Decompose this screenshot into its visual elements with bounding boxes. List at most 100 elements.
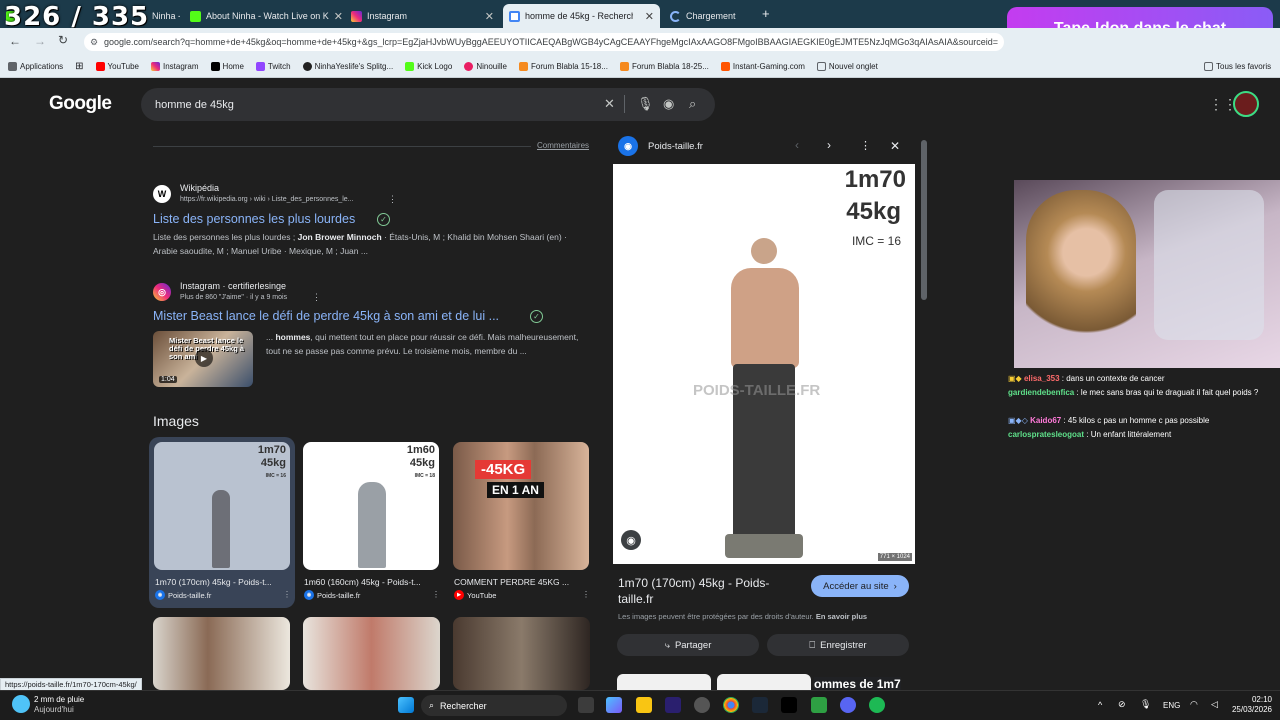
result-url[interactable]: Plus de 860 "J'aime" · il y a 9 mois: [180, 294, 287, 301]
search-icon[interactable]: ⌕: [689, 96, 696, 112]
app-icon[interactable]: [811, 697, 827, 713]
weather-widget[interactable]: 2 mm de pluie Aujourd'hui: [34, 695, 84, 715]
tab-close-icon[interactable]: ✕: [485, 10, 494, 23]
tab-close-icon[interactable]: ✕: [645, 10, 654, 23]
image-thumb[interactable]: [153, 617, 290, 690]
search-input[interactable]: homme de 45kg: [155, 99, 234, 111]
chrome-icon[interactable]: [723, 697, 739, 713]
bookmark-new-tab[interactable]: Nouvel onglet: [816, 62, 878, 71]
badge-icon: ▣◆: [1008, 374, 1022, 383]
site-info-icon[interactable]: ⚙: [90, 37, 98, 48]
preview-image[interactable]: 1m70 45kg IMC = 16 POIDS-TAILLE.FR ◉ 771…: [613, 164, 915, 564]
result-title[interactable]: Liste des personnes les plus lourdes: [153, 212, 355, 226]
bookmark-forum-18-25[interactable]: Forum Blabla 18-25...: [619, 62, 709, 71]
save-button[interactable]: ⎕ Enregistrer: [767, 634, 909, 656]
tiktok-icon[interactable]: [781, 697, 797, 713]
image-thumb[interactable]: [303, 617, 440, 690]
video-thumbnail[interactable]: Mister Beast lance le défi de perdre 45k…: [153, 331, 253, 387]
ninouille-icon: [464, 62, 474, 71]
tab-about-ninha[interactable]: About Ninha - Watch Live on K ✕: [184, 4, 344, 28]
clock[interactable]: 02:10 25/03/2026: [1224, 695, 1272, 715]
next-icon[interactable]: ›: [827, 138, 831, 152]
network-off-icon[interactable]: ⊘: [1118, 699, 1126, 710]
new-tab-button[interactable]: +: [762, 6, 770, 21]
explorer-icon[interactable]: [636, 697, 652, 713]
more-options-icon[interactable]: ⋮: [432, 590, 440, 599]
language-indicator[interactable]: ENG: [1163, 701, 1180, 710]
more-options-icon[interactable]: ⋮: [312, 292, 321, 303]
mic-icon[interactable]: 🎙: [1140, 699, 1151, 710]
avatar[interactable]: [1233, 91, 1259, 117]
address-bar[interactable]: google.com/search?q=homme+de+45kg&oq=hom…: [84, 33, 1004, 51]
result-url[interactable]: https://fr.wikipedia.org › wiki › Liste_…: [180, 196, 354, 203]
clear-search-icon[interactable]: ✕: [604, 96, 615, 112]
bookmark-splitgate[interactable]: NinhaYeslife's Splitg...: [302, 62, 393, 71]
panel-source[interactable]: Poids-taille.fr: [648, 141, 703, 152]
more-options-icon[interactable]: ⋮: [860, 139, 871, 152]
image-caption[interactable]: 1m60 (160cm) 45kg - Poids-t...: [304, 577, 421, 587]
copilot-icon[interactable]: [606, 697, 622, 713]
forward-icon[interactable]: →: [34, 34, 46, 48]
wifi-icon[interactable]: ◠: [1190, 699, 1198, 710]
taskbar-search[interactable]: ⌕ Rechercher: [421, 695, 567, 716]
tab-loading[interactable]: Chargement: [664, 4, 760, 28]
search-box[interactable]: homme de 45kg: [141, 88, 715, 121]
visit-site-button[interactable]: Accéder au site ›: [811, 575, 909, 597]
mic-icon[interactable]: 🎙: [637, 96, 654, 112]
spotify-icon[interactable]: [869, 697, 885, 713]
windows-start-icon[interactable]: [398, 697, 414, 713]
bookmark-grid[interactable]: ⊞: [75, 61, 83, 72]
image-thumb[interactable]: 1m70 45kg IMC = 16: [154, 442, 290, 570]
comments-link[interactable]: Commentaires: [537, 141, 589, 150]
image-thumb[interactable]: -45KG EN 1 AN: [453, 442, 589, 570]
task-view-icon[interactable]: [578, 697, 594, 713]
lens-icon[interactable]: ◉: [663, 96, 674, 112]
image-caption[interactable]: COMMENT PERDRE 45KG ...: [454, 577, 569, 587]
bookmark-kick[interactable]: Kick Logo: [405, 62, 452, 71]
google-logo[interactable]: Google: [49, 93, 112, 115]
volume-icon[interactable]: ◁: [1211, 699, 1218, 710]
back-icon[interactable]: ←: [9, 34, 21, 48]
bookmark-twitch[interactable]: Twitch: [255, 62, 291, 71]
more-options-icon[interactable]: ⋮: [283, 590, 291, 599]
image-thumb[interactable]: [453, 617, 590, 690]
steam-icon[interactable]: [752, 697, 768, 713]
discord-icon[interactable]: [840, 697, 856, 713]
bookmark-applications[interactable]: Applications: [8, 62, 63, 71]
image-caption[interactable]: 1m70 (170cm) 45kg - Poids-t...: [155, 577, 272, 587]
reload-icon[interactable]: ↻: [58, 33, 68, 47]
premiere-icon[interactable]: [665, 697, 681, 713]
weather-icon[interactable]: [12, 695, 30, 713]
more-options-icon[interactable]: ⋮: [388, 194, 397, 205]
prev-icon[interactable]: ‹: [795, 138, 799, 152]
bookmark-youtube[interactable]: YouTube: [95, 62, 139, 71]
bookmark-ninouille[interactable]: Ninouille: [464, 62, 507, 71]
related-image[interactable]: [717, 674, 811, 690]
tab-google-search[interactable]: homme de 45kg - Recherche G✕: [503, 4, 660, 28]
webcam-feed: [1014, 180, 1280, 368]
bookmark-forum-15-18[interactable]: Forum Blabla 15-18...: [519, 62, 608, 71]
close-icon[interactable]: ✕: [890, 139, 900, 153]
lens-icon[interactable]: ◉: [621, 530, 641, 550]
learn-more-link[interactable]: En savoir plus: [816, 612, 867, 621]
tab-instagram[interactable]: Instagram ✕: [345, 4, 500, 28]
more-options-icon[interactable]: ⋮: [582, 590, 590, 599]
all-bookmarks[interactable]: Tous les favoris: [1204, 62, 1271, 71]
bookmark-instant-gaming[interactable]: Instant-Gaming.com: [720, 62, 805, 71]
share-button[interactable]: ⤷ Partager: [617, 634, 759, 656]
related-image[interactable]: [617, 674, 711, 690]
splitgate-icon: [302, 62, 312, 71]
chat-message: ▣◆ elisa_353 : dans un contexte de cance…: [1008, 374, 1165, 383]
panel-title[interactable]: 1m70 (170cm) 45kg - Poids-taille.fr: [618, 575, 798, 607]
image-thumb[interactable]: 1m60 45kg IMC = 18: [303, 442, 439, 570]
chair: [1154, 190, 1264, 340]
search-divider: [624, 95, 625, 113]
bookmark-x[interactable]: Home: [210, 62, 244, 71]
panel-scrollbar[interactable]: [921, 140, 927, 300]
tray-chevron-icon[interactable]: ^: [1098, 700, 1102, 710]
poids-taille-icon: ◉: [155, 590, 165, 600]
bookmark-instagram[interactable]: Instagram: [150, 62, 199, 71]
result-title[interactable]: Mister Beast lance le défi de perdre 45k…: [153, 309, 499, 323]
tab-close-icon[interactable]: ✕: [334, 10, 343, 23]
app-icon[interactable]: [694, 697, 710, 713]
